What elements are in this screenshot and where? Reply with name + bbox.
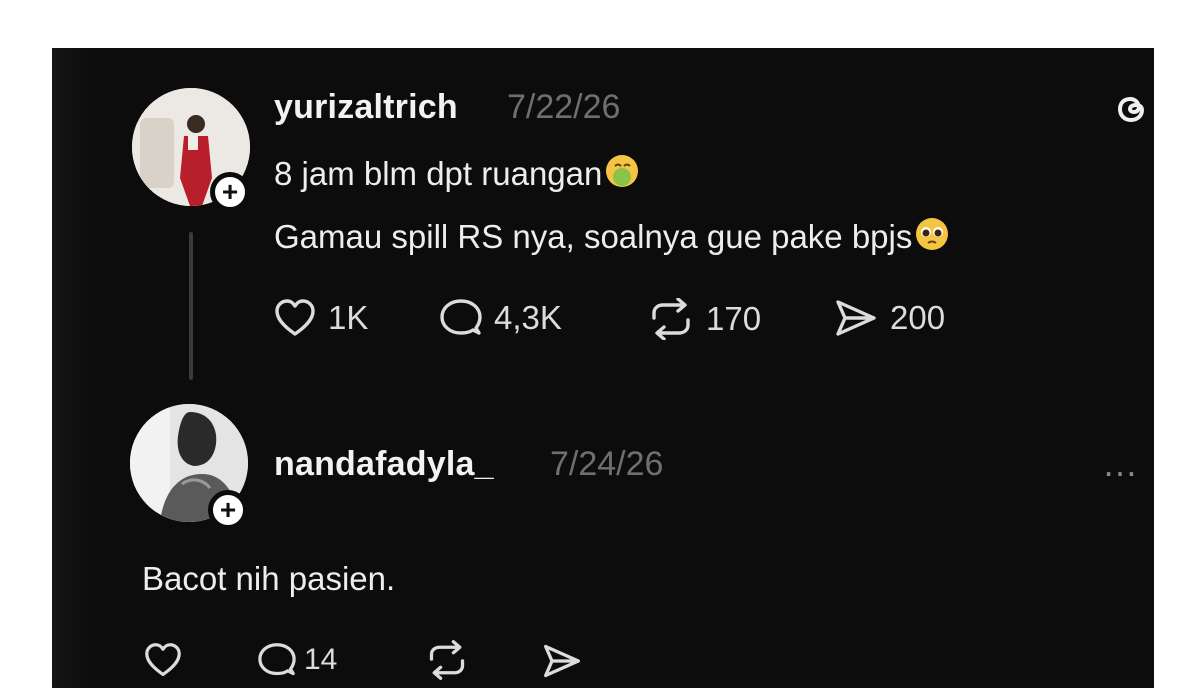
reply-share-button[interactable] [542,642,582,680]
reply-comment-count: 14 [304,643,338,676]
reply-comment-button[interactable]: 14 [258,642,337,678]
like-count: 1K [328,299,369,336]
reply-like-button[interactable] [144,642,182,678]
reply-username[interactable]: nandafadyla_ [274,445,494,484]
follow-plus-button[interactable]: + [208,490,248,530]
comment-bubble-icon [440,299,482,335]
follow-plus-button[interactable]: + [210,172,250,212]
reply-button[interactable]: 4,3K [440,298,562,338]
threads-screenshot-panel: + yurizaltrich 7/22/26 8 jam blm dpt rua… [52,48,1154,688]
post-date: 7/22/26 [507,88,621,126]
comment-bubble-icon [258,643,296,676]
post-text-line-1-label: 8 jam blm dpt ruangan [274,155,603,192]
send-arrow-icon [544,644,580,678]
repost-icon [652,298,690,340]
like-button[interactable]: 1K [274,298,368,338]
more-options-icon[interactable]: … [1102,446,1142,482]
reply-count: 4,3K [494,299,562,336]
reply-date: 7/24/26 [550,445,664,483]
heart-icon [145,643,181,677]
heart-icon [275,299,315,336]
repost-button[interactable]: 170 [648,298,761,340]
share-button[interactable]: 200 [834,298,945,338]
thread-connector-line [189,232,193,380]
post-text-line-2-label: Gamau spill RS nya, soalnya gue pake bpj… [274,218,913,255]
reply-text: Bacot nih pasien. [142,560,396,597]
send-arrow-icon [836,300,876,336]
repost-count: 170 [706,300,762,337]
repost-icon [429,640,465,680]
reply-repost-button[interactable] [426,640,468,680]
threads-logo-icon[interactable] [1108,86,1154,132]
share-count: 200 [890,299,946,336]
post-text-line-2: Gamau spill RS nya, soalnya gue pake bpj… [274,216,950,256]
post-username[interactable]: yurizaltrich [274,88,458,127]
post-text-line-1: 8 jam blm dpt ruangan [274,153,640,193]
pleading-face-icon [916,218,949,250]
nauseated-face-icon [606,155,639,187]
